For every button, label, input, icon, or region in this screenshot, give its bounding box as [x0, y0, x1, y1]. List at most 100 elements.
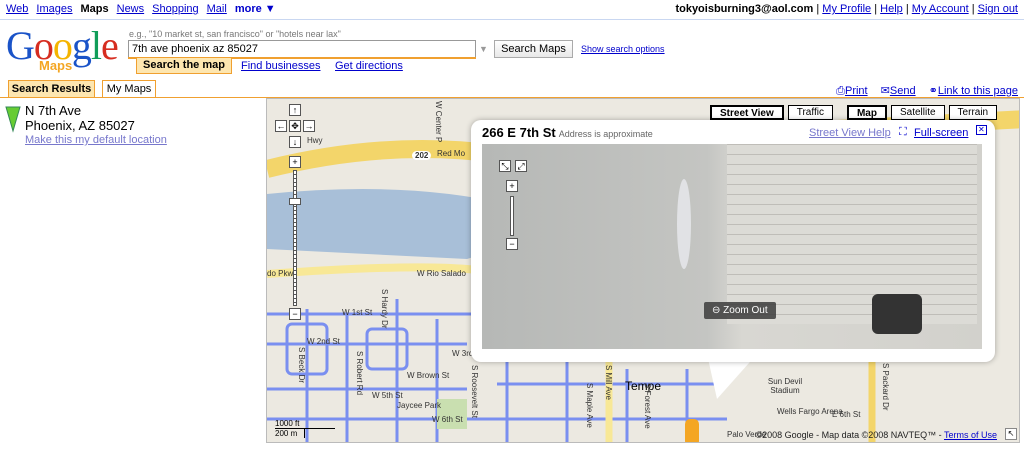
result-line2: Phoenix, AZ 85027 [25, 118, 135, 133]
help-link[interactable]: Help [880, 3, 903, 15]
pegman-icon[interactable] [685, 419, 699, 442]
tab-get-directions[interactable]: Get directions [335, 60, 403, 72]
link-icon: ⚭ [928, 85, 938, 97]
close-icon[interactable]: ✕ [976, 125, 987, 135]
zoom-slider[interactable] [293, 170, 297, 306]
brick-wall [727, 144, 977, 324]
user-email: tokyoisburning3@aol.com [675, 3, 814, 15]
reset-button[interactable]: ✥ [289, 120, 301, 132]
map-label: S Maple Ave [585, 383, 594, 428]
top-nav: Web Images Maps News Shopping Mail more ▼ [6, 3, 284, 15]
send-link[interactable]: Send [890, 85, 916, 97]
map-label: W 5th St [372, 391, 403, 400]
map-label: Jaycee Park [397, 401, 442, 410]
map-label: Red Mo [437, 149, 466, 158]
nav-maps: Maps [80, 3, 109, 15]
zoom-out-label: Zoom Out [723, 305, 768, 316]
map-label: W Brown St [407, 371, 450, 380]
satellite-button[interactable]: Satellite [890, 105, 945, 120]
sv-zoom-in-button[interactable]: + [506, 180, 518, 192]
user-bar: tokyoisburning3@aol.com | My Profile | H… [675, 3, 1018, 15]
minus-circle-icon: ⊖ [712, 305, 721, 316]
google-maps-logo[interactable]: Google Maps [6, 26, 119, 76]
fullscreen-link[interactable]: Full-screen [914, 127, 968, 139]
highway-shield: 202 [412, 151, 432, 160]
map-label: S Roosevelt St [470, 365, 479, 418]
map-label: S Beck Dr [297, 347, 306, 384]
terrain-button[interactable]: Terrain [948, 105, 998, 120]
expand-icon[interactable]: ⤡ [499, 160, 511, 172]
map-label: Hwy [307, 136, 323, 145]
nav-web[interactable]: Web [6, 3, 28, 15]
green-arrow-marker-icon[interactable] [5, 105, 21, 133]
traffic-button[interactable]: Traffic [787, 105, 833, 120]
nav-mail[interactable]: Mail [207, 3, 227, 15]
sign-out-link[interactable]: Sign out [978, 3, 1018, 15]
my-profile-link[interactable]: My Profile [822, 3, 871, 15]
street-view-button[interactable]: Street View [710, 105, 784, 120]
tab-search-the-map[interactable]: Search the map [136, 58, 232, 74]
default-location-link[interactable]: Make this my default location [25, 134, 167, 146]
map-label: S Hardy Dr [380, 289, 389, 329]
pan-left-button[interactable]: ← [275, 120, 287, 132]
printer-icon: ⎙ [836, 85, 845, 97]
street-view-help-link[interactable]: Street View Help [809, 127, 891, 139]
fullscreen-icon[interactable]: ⛶ [899, 126, 907, 139]
tab-search-results[interactable]: Search Results [8, 80, 95, 98]
envelope-icon: ✉ [880, 85, 890, 97]
map-label: W 1st St [342, 308, 373, 317]
link-to-page[interactable]: Link to this page [938, 85, 1018, 97]
page-links: ⎙Print ✉Send ⚭Link to this page [826, 84, 1018, 98]
search-input[interactable] [128, 40, 476, 58]
zoom-out-tooltip-button[interactable]: ⊖ Zoom Out [704, 302, 776, 319]
tab-my-maps[interactable]: My Maps [102, 80, 156, 98]
my-account-link[interactable]: My Account [912, 3, 969, 15]
print-link[interactable]: Print [845, 85, 868, 97]
pan-up-button[interactable]: ↑ [289, 104, 301, 116]
zoom-in-button[interactable]: + [289, 156, 301, 168]
bubble-subtitle: Address is approximate [558, 129, 653, 139]
map-label: E 6th St [832, 410, 861, 419]
copyright-text: ©2008 Google - Map data ©2008 NAVTEQ™ - [755, 430, 942, 440]
show-search-options-link[interactable]: Show search options [581, 44, 665, 54]
map-label: S Mill Ave [604, 365, 613, 400]
nav-images[interactable]: Images [36, 3, 72, 15]
map-label: S Forest Ave [643, 383, 652, 429]
tab-find-businesses[interactable]: Find businesses [241, 60, 321, 72]
map-label: W Rio Salado [417, 269, 466, 278]
nav-more[interactable]: more ▼ [235, 3, 276, 15]
street-view-panorama[interactable]: ⤡ ⤢ + − ⊖ Zoom Out [482, 144, 982, 349]
map-label: W 6th St [432, 415, 463, 424]
result-address[interactable]: N 7th Ave Phoenix, AZ 85027 [25, 103, 135, 133]
map-button[interactable]: Map [846, 105, 887, 120]
street-view-bubble: 266 E 7th St Address is approximate Stre… [471, 120, 995, 362]
zoom-out-button[interactable]: − [289, 308, 301, 320]
scale-bar: 1000 ft 200 m [275, 419, 335, 438]
divider [0, 19, 1024, 20]
zoom-slider-thumb[interactable] [289, 198, 301, 205]
nav-news[interactable]: News [117, 3, 145, 15]
result-line1: N 7th Ave [25, 103, 82, 118]
scale-m: 200 m [275, 429, 305, 438]
search-hint: e.g., "10 market st, san francisco" or "… [129, 29, 341, 39]
map-label: S Robert Rd [355, 351, 364, 396]
map-label: S Packard Dr [881, 363, 890, 411]
dropdown-arrow-icon[interactable]: ▼ [479, 44, 488, 54]
sv-zoom-slider[interactable] [510, 196, 514, 236]
pan-down-button[interactable]: ↓ [289, 136, 301, 148]
copyright: ©2008 Google - Map data ©2008 NAVTEQ™ - … [755, 430, 997, 440]
map-label: W Center P [434, 101, 443, 143]
map-label: W 2nd St [307, 337, 340, 346]
collapse-icon[interactable]: ⤢ [515, 160, 527, 172]
map-label: Sun Devil Stadium [767, 377, 803, 395]
terms-of-use-link[interactable]: Terms of Use [944, 430, 997, 440]
overview-toggle-icon[interactable]: ↖ [1005, 428, 1017, 440]
logo-sub: Maps [39, 58, 73, 73]
map-label: do Pkw [267, 269, 294, 278]
map[interactable]: W Rio Salado Red Mo 202 W 1st St W 2nd S… [266, 98, 1020, 443]
search-maps-button[interactable]: Search Maps [494, 40, 573, 58]
nav-shopping[interactable]: Shopping [152, 3, 199, 15]
scale-ft: 1000 ft [275, 419, 335, 429]
pan-right-button[interactable]: → [303, 120, 315, 132]
sv-zoom-out-button[interactable]: − [506, 238, 518, 250]
